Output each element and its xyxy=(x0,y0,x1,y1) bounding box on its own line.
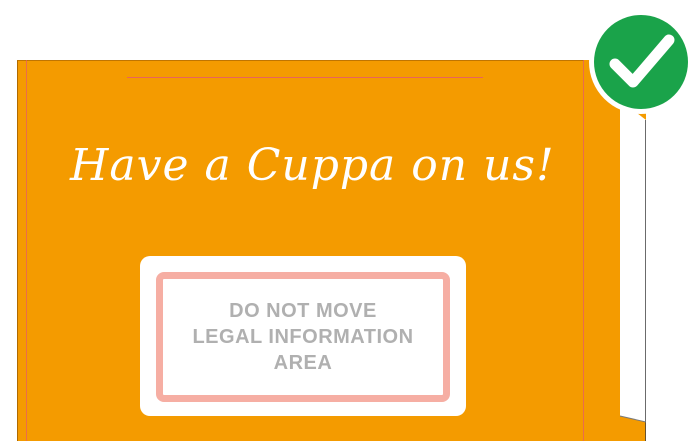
bleed-guide-left xyxy=(26,60,27,441)
legal-line-3: AREA xyxy=(273,352,333,374)
badge-circle xyxy=(594,15,688,109)
checkmark-icon xyxy=(589,10,691,114)
legal-information-box: DO NOT MOVE LEGAL INFORMATION AREA xyxy=(140,256,466,416)
flap-white-fold xyxy=(620,100,646,422)
headline-text: Have a Cuppa on us! xyxy=(70,140,555,191)
artwork-canvas: Have a Cuppa on us! DO NOT MOVE LEGAL IN… xyxy=(0,0,691,441)
legal-line-2: LEGAL INFORMATION xyxy=(192,326,414,348)
legal-line-1: DO NOT MOVE xyxy=(229,300,377,322)
legal-information-frame: DO NOT MOVE LEGAL INFORMATION AREA xyxy=(156,272,450,402)
bleed-guide-top xyxy=(127,77,483,78)
